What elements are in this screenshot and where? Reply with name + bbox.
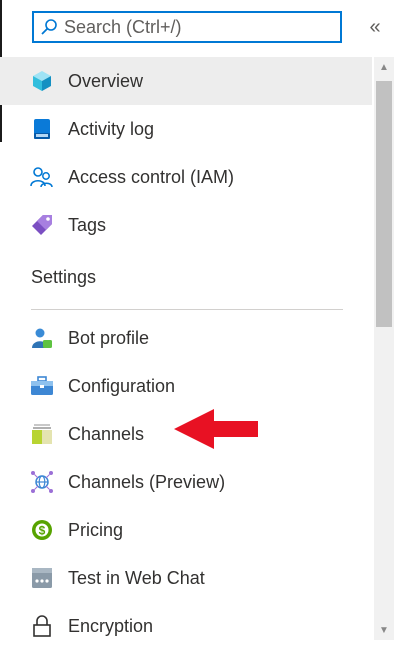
channels-icon — [30, 422, 54, 446]
menu-item-label: Pricing — [68, 519, 124, 540]
bot-profile-icon — [30, 326, 54, 350]
tag-icon — [30, 213, 54, 237]
resource-menu: Overview Activity log Access control (IA… — [0, 57, 372, 650]
toolbox-icon — [30, 374, 54, 398]
menu-item-access-control[interactable]: Access control (IAM) — [0, 153, 372, 201]
scroll-up-arrow-icon[interactable]: ▲ — [374, 57, 394, 77]
search-box[interactable] — [32, 11, 342, 43]
menu-item-bot-profile[interactable]: Bot profile — [0, 314, 372, 362]
menu-item-label: Test in Web Chat — [68, 567, 205, 588]
menu-item-label: Bot profile — [68, 327, 150, 348]
globe-network-icon — [30, 470, 54, 494]
menu-item-activity-log[interactable]: Activity log — [0, 105, 372, 153]
activity-log-icon — [30, 117, 54, 141]
lock-icon — [30, 614, 54, 638]
collapse-menu-button[interactable]: « — [364, 14, 386, 40]
menu-item-pricing[interactable]: $ Pricing — [0, 506, 372, 554]
menu-item-configuration[interactable]: Configuration — [0, 362, 372, 410]
section-heading-settings: Settings — [31, 267, 97, 287]
search-input[interactable] — [64, 16, 324, 38]
menu-item-label: Channels (Preview) — [68, 471, 226, 492]
menu-item-test-web-chat[interactable]: Test in Web Chat — [0, 554, 372, 602]
menu-item-label: Access control (IAM) — [68, 166, 235, 187]
dollar-circle-icon: $ — [30, 518, 54, 542]
vertical-scrollbar[interactable]: ▲ ▼ — [374, 57, 394, 640]
search-icon — [41, 19, 57, 35]
cube-icon — [30, 69, 54, 93]
people-icon — [30, 165, 54, 189]
menu-item-channels-preview[interactable]: Channels (Preview) — [0, 458, 372, 506]
menu-item-encryption[interactable]: Encryption — [0, 602, 372, 650]
menu-item-label: Activity log — [68, 118, 155, 139]
scroll-down-arrow-icon[interactable]: ▼ — [374, 620, 394, 640]
menu-item-overview[interactable]: Overview — [0, 57, 372, 105]
menu-item-label: Tags — [68, 214, 107, 235]
menu-item-label: Configuration — [68, 375, 176, 396]
menu-item-label: Overview — [68, 70, 144, 91]
menu-item-label: Encryption — [68, 615, 154, 636]
scrollbar-thumb[interactable] — [376, 81, 392, 327]
svg-text:$: $ — [39, 524, 46, 538]
menu-item-tags[interactable]: Tags — [0, 201, 372, 249]
section-divider — [31, 309, 343, 310]
menu-item-label: Channels — [68, 423, 145, 444]
web-chat-icon — [30, 566, 54, 590]
red-arrow-annotation — [174, 409, 258, 449]
